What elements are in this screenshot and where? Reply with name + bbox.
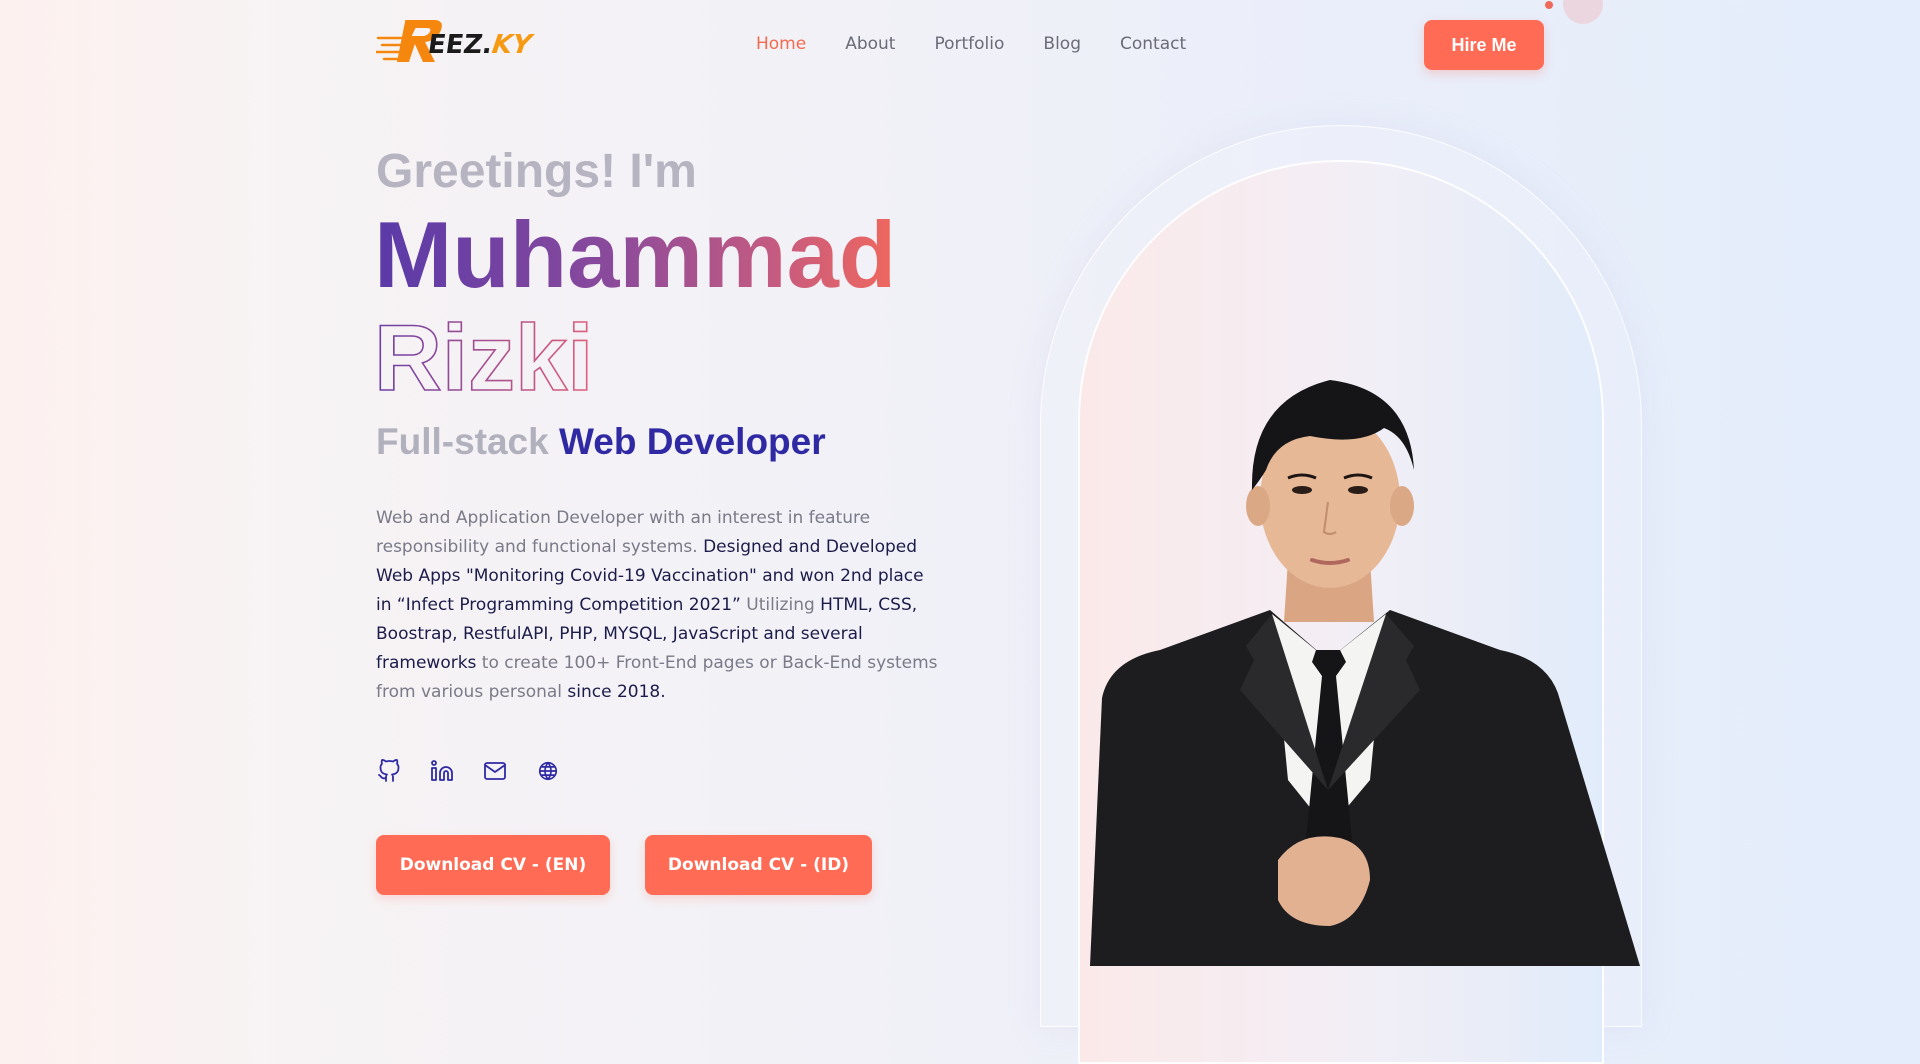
svg-text:Rizki: Rizki (374, 305, 593, 404)
role-heading: Full-stack Web Developer (376, 421, 826, 463)
logo[interactable]: EEZ.KY (376, 14, 556, 70)
profile-photo (1090, 380, 1640, 966)
main-nav: Home About Portfolio Blog Contact (756, 30, 1225, 58)
social-links (376, 758, 588, 784)
role-prefix: Full-stack (376, 421, 549, 462)
role-main: Web Developer (559, 421, 826, 462)
logo-text: EEZ.KY (425, 30, 534, 60)
hire-me-button[interactable]: Hire Me (1424, 20, 1544, 70)
nav-blog[interactable]: Blog (1043, 30, 1081, 58)
github-icon[interactable] (376, 758, 402, 784)
decorative-circle (1563, 0, 1603, 24)
globe-icon[interactable] (535, 758, 561, 784)
nav-home[interactable]: Home (756, 30, 806, 58)
nav-contact[interactable]: Contact (1120, 30, 1186, 58)
mail-icon[interactable] (482, 758, 508, 784)
first-name-heading: Muhammad (374, 200, 896, 310)
nav-about[interactable]: About (845, 30, 895, 58)
greeting-text: Greetings! I'm (376, 145, 697, 198)
last-name-heading: Rizki (373, 304, 594, 404)
decorative-dot (1545, 1, 1553, 9)
nav-portfolio[interactable]: Portfolio (934, 30, 1004, 58)
bio-paragraph: Web and Application Developer with an in… (376, 508, 938, 702)
download-cv-id-button[interactable]: Download CV - (ID) (645, 835, 872, 895)
linkedin-icon[interactable] (429, 758, 455, 784)
download-cv-en-button[interactable]: Download CV - (EN) (376, 835, 610, 895)
